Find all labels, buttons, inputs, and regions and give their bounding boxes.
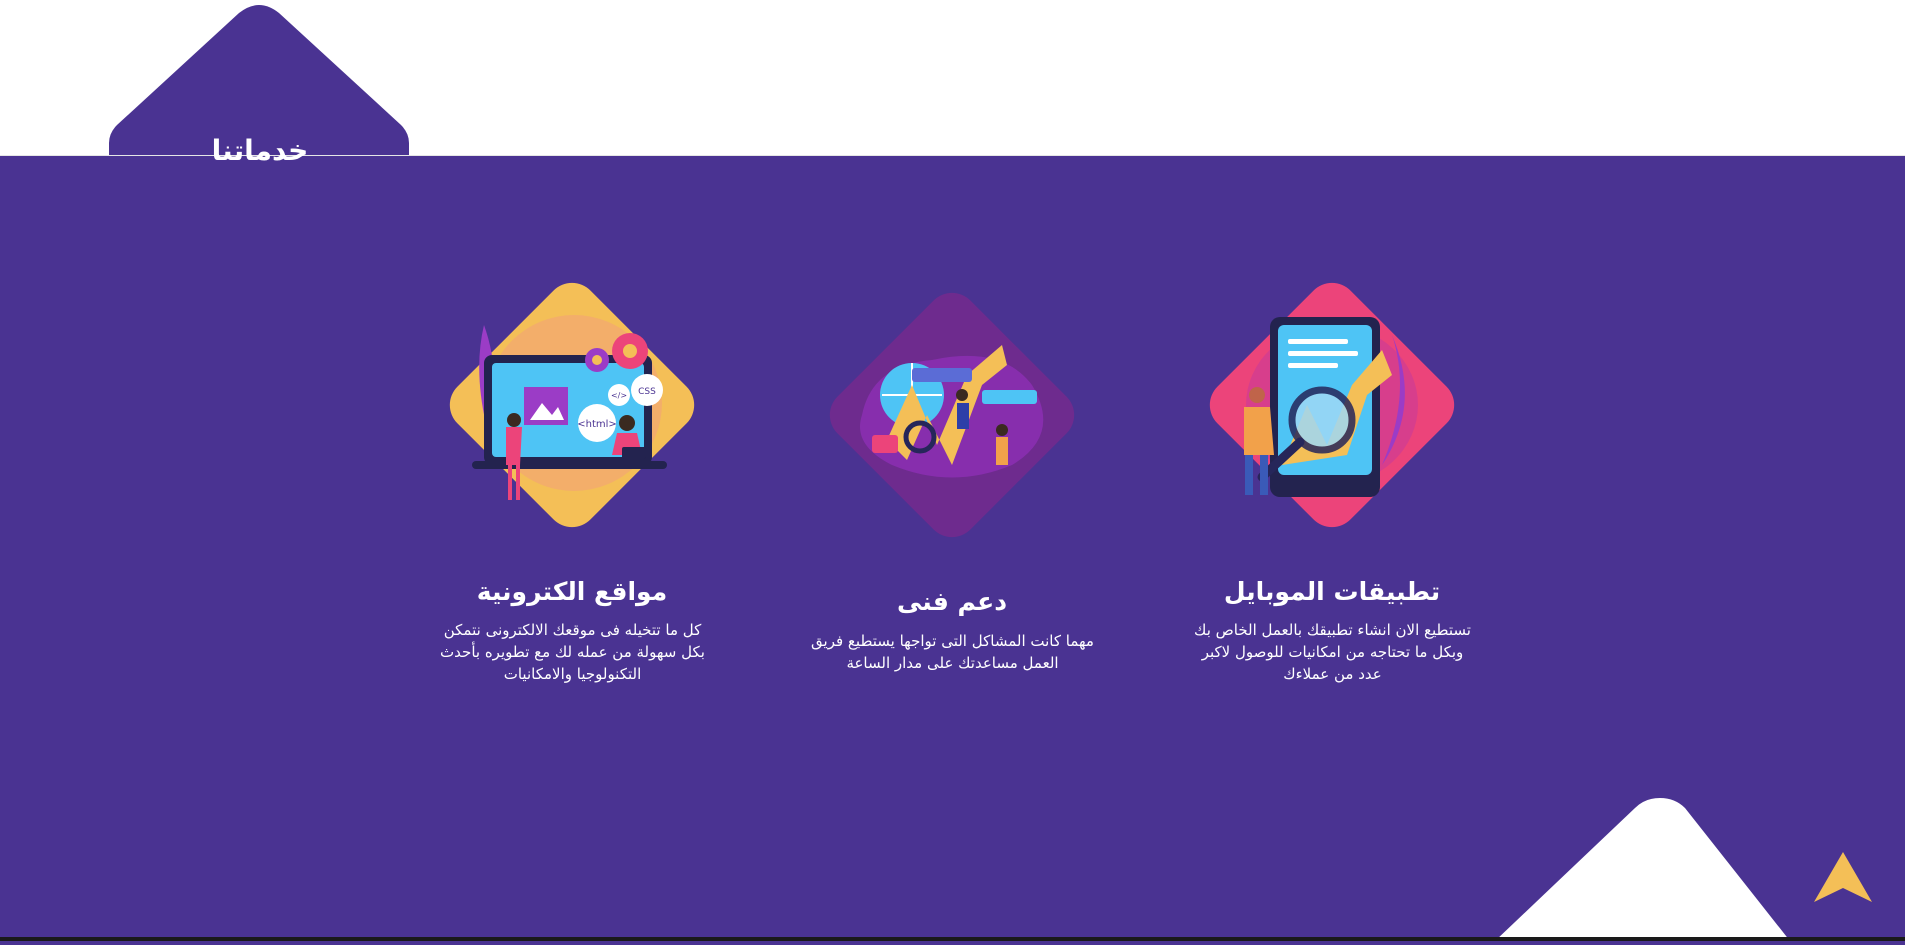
bottom-border bbox=[0, 937, 1905, 941]
decorative-peak-shape bbox=[1495, 798, 1795, 945]
css-tag: CSS bbox=[638, 387, 656, 397]
website-illustration: <html> CSS </> bbox=[422, 255, 722, 555]
html-tag: <html> bbox=[577, 419, 617, 430]
section-title: خدماتنا bbox=[211, 134, 309, 167]
service-card-mobile: تطبيقات الموبايل تستطيع الان انشاء تطبيق… bbox=[1182, 255, 1482, 695]
service-card-support: دعم فنى مهما كانت المشاكل التى تواجها يس… bbox=[802, 265, 1102, 705]
arrow-up-icon bbox=[1814, 852, 1872, 902]
service-description: مهما كانت المشاكل التى تواجها يستطيع فري… bbox=[811, 632, 1094, 672]
service-description: تستطيع الان انشاء تطبيقك بالعمل الخاص بك… bbox=[1194, 621, 1471, 683]
mobile-app-illustration bbox=[1182, 255, 1482, 555]
support-illustration bbox=[802, 265, 1102, 565]
service-title: تطبيقات الموبايل bbox=[1223, 577, 1441, 606]
service-title: مواقع الكترونية bbox=[476, 577, 668, 606]
scroll-to-top-button[interactable] bbox=[1812, 850, 1874, 910]
code-tag: </> bbox=[611, 391, 627, 400]
service-title: دعم فنى bbox=[896, 587, 1008, 616]
service-description: كل ما تتخيله فى موقعك الالكترونى نتمكن ب… bbox=[440, 621, 705, 683]
section-title-tab bbox=[109, 5, 409, 155]
service-card-web: <html> CSS </> مواقع الكترونية كل ما تتخ… bbox=[422, 255, 722, 695]
